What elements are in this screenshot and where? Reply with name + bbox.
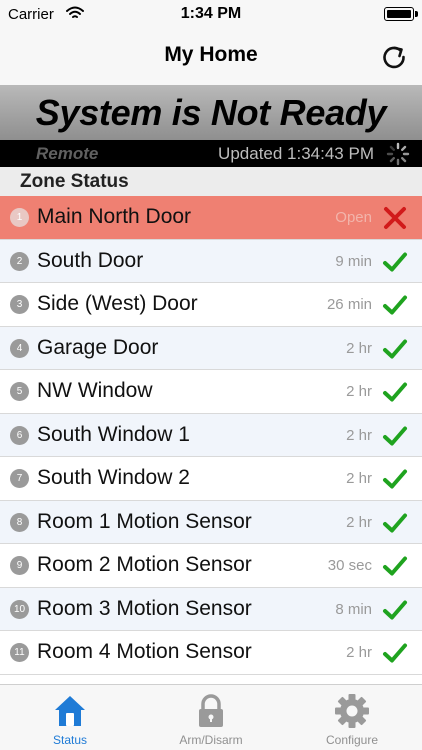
zone-time: 2 hr: [346, 470, 372, 487]
battery-icon: [384, 7, 418, 21]
zone-name: Room 3 Motion Sensor: [37, 596, 252, 620]
zone-time: 2 hr: [346, 339, 372, 357]
zone-name: South Window 1: [37, 422, 190, 446]
zone-name: Room 2 Motion Sensor: [37, 553, 252, 576]
check-icon: [382, 249, 408, 275]
zone-row[interactable]: 3 Side (West) Door 26 min: [0, 283, 422, 327]
zone-time: 9 min: [335, 252, 372, 270]
zone-name: Room 1 Motion Sensor: [37, 509, 252, 533]
zone-row[interactable]: 6 South Window 1 2 hr: [0, 413, 422, 457]
tab-arm-disarm[interactable]: Arm/Disarm: [141, 685, 281, 750]
zone-number-badge: 4: [10, 338, 29, 358]
last-updated-label: Updated 1:34:43 PM: [218, 144, 374, 163]
zone-number-badge: 9: [10, 556, 29, 575]
zone-time: 2 hr: [346, 644, 372, 661]
zone-row[interactable]: 11 Room 4 Motion Sensor 2 hr: [0, 631, 422, 675]
zone-number-badge: 2: [10, 251, 29, 271]
gear-icon: [334, 693, 370, 734]
clock: 1:34 PM: [180, 5, 242, 22]
zone-number-badge: 8: [10, 512, 29, 532]
lock-icon: [196, 693, 226, 734]
zone-time: 8 min: [335, 600, 372, 618]
zone-time: 2 hr: [346, 513, 372, 531]
check-icon: [382, 640, 408, 666]
zone-row[interactable]: 10 Room 3 Motion Sensor 8 min: [0, 587, 422, 631]
tab-configure-label: Configure: [325, 733, 379, 747]
check-icon: [382, 510, 408, 536]
home-icon: [52, 693, 88, 734]
check-icon: [382, 336, 408, 362]
connection-info-bar: Remote Updated 1:34:43 PM: [0, 140, 422, 167]
zone-name: South Window 2: [37, 466, 190, 489]
zone-number-badge: 10: [10, 599, 29, 619]
zone-name: Garage Door: [37, 335, 159, 359]
zone-name: Main North Door: [37, 205, 192, 228]
zone-name: NW Window: [37, 379, 153, 402]
zone-number-badge: 7: [10, 469, 29, 488]
zone-row[interactable]: 4 Garage Door 2 hr: [0, 326, 422, 370]
zone-name: Room 4 Motion Sensor: [37, 640, 252, 663]
tab-status-label: Status: [52, 733, 88, 747]
zone-row[interactable]: 8 Room 1 Motion Sensor 2 hr: [0, 500, 422, 544]
zone-row[interactable]: 2 South Door 9 min: [0, 239, 422, 283]
tab-bar: Status Arm/Disarm Configure: [0, 684, 422, 750]
tab-status[interactable]: Status: [0, 685, 140, 750]
system-status-banner: System is Not Ready: [0, 85, 422, 140]
check-icon: [382, 597, 408, 623]
page-title: My Home: [164, 43, 258, 66]
zone-row[interactable]: 7 South Window 2 2 hr: [0, 457, 422, 501]
tab-configure[interactable]: Configure: [282, 685, 422, 750]
zone-number-badge: 5: [10, 382, 29, 401]
zone-row[interactable]: 9 Room 2 Motion Sensor 30 sec: [0, 544, 422, 588]
system-status-text: System is Not Ready: [35, 91, 387, 133]
zone-name: South Door: [37, 248, 144, 272]
connection-mode-label: Remote: [36, 144, 99, 163]
zone-time: 30 sec: [327, 557, 372, 574]
zone-row[interactable]: 5 NW Window 2 hr: [0, 370, 422, 414]
check-icon: [382, 553, 408, 579]
zone-time: Open: [335, 209, 372, 226]
check-icon: [382, 379, 408, 405]
zone-number-badge: 3: [10, 295, 29, 314]
zone-time: 2 hr: [346, 426, 372, 444]
check-icon: [382, 423, 408, 449]
zone-number-badge: 1: [10, 208, 29, 227]
alarm-x-icon: [382, 205, 408, 231]
status-bar: Carrier 1:34 PM: [0, 0, 422, 30]
check-icon: [382, 466, 408, 492]
zone-time: 2 hr: [346, 383, 372, 400]
tab-arm-disarm-label: Arm/Disarm: [179, 733, 243, 747]
zone-list[interactable]: 1 Main North Door Open 2 South Door 9 min 3 Sid…: [0, 196, 422, 684]
check-icon: [382, 292, 408, 318]
zone-row[interactable]: 1 Main North Door Open: [0, 196, 422, 240]
zone-status-header: Zone Status: [0, 167, 422, 196]
zone-name: Side (West) Door: [37, 292, 198, 315]
refresh-icon: [383, 46, 405, 69]
section-title: Zone Status: [20, 171, 129, 192]
zone-number-badge: 6: [10, 425, 29, 445]
nav-bar: My Home: [0, 30, 422, 85]
refresh-button[interactable]: [376, 39, 412, 75]
zone-time: 26 min: [326, 296, 372, 313]
zone-number-badge: 11: [10, 643, 29, 662]
